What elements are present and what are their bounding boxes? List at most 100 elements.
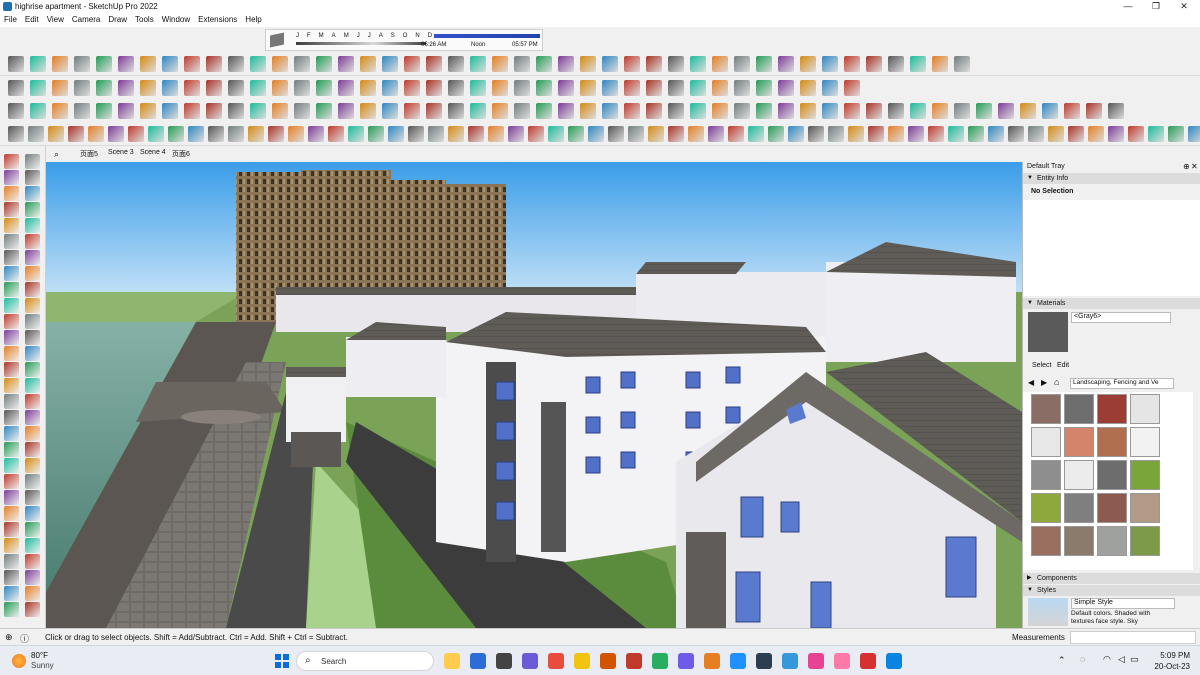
toolbar-tool-icon[interactable] <box>288 126 304 142</box>
search-icon[interactable]: ⌕ <box>54 149 59 160</box>
menu-window[interactable]: Window <box>162 13 190 27</box>
toolbar-tool-icon[interactable] <box>148 126 164 142</box>
material-thumbnail[interactable] <box>1031 526 1061 556</box>
toolbar-tool-icon[interactable] <box>800 80 816 96</box>
toolbar-tool-icon[interactable] <box>308 126 324 142</box>
battery-icon[interactable]: ▭ <box>1130 654 1139 665</box>
material-name-field[interactable]: <Gray6> <box>1071 312 1171 323</box>
left-tool-icon[interactable] <box>25 602 40 617</box>
left-tool-icon[interactable] <box>4 394 19 409</box>
left-tool-icon[interactable] <box>4 330 19 345</box>
toolbar-tool-icon[interactable] <box>8 126 24 142</box>
material-thumbnail[interactable] <box>1097 493 1127 523</box>
toolbar-tool-icon[interactable] <box>30 56 46 72</box>
left-tool-icon[interactable] <box>4 266 19 281</box>
toolbar-tool-icon[interactable] <box>588 126 604 142</box>
menu-help[interactable]: Help <box>245 13 261 27</box>
close-button[interactable]: ✕ <box>1170 0 1198 13</box>
left-tool-icon[interactable] <box>4 314 19 329</box>
app-icon-opera[interactable] <box>626 653 642 669</box>
app-icon-pinterest[interactable] <box>834 653 850 669</box>
toolbar-tool-icon[interactable] <box>294 56 310 72</box>
wifi-icon[interactable]: ◠ <box>1103 654 1111 665</box>
menu-edit[interactable]: Edit <box>25 13 39 27</box>
app-icon-photoshop[interactable] <box>756 653 772 669</box>
toolbar-tool-icon[interactable] <box>140 80 156 96</box>
menu-tools[interactable]: Tools <box>135 13 154 27</box>
left-tool-icon[interactable] <box>4 490 19 505</box>
toolbar-tool-icon[interactable] <box>580 80 596 96</box>
left-tool-icon[interactable] <box>25 538 40 553</box>
scene-tab[interactable]: 页面6 <box>172 149 190 159</box>
toolbar-tool-icon[interactable] <box>514 80 530 96</box>
app-icon-teams[interactable] <box>522 653 538 669</box>
toolbar-tool-icon[interactable] <box>228 126 244 142</box>
toolbar-tool-icon[interactable] <box>1048 126 1064 142</box>
toolbar-tool-icon[interactable] <box>118 103 134 119</box>
tray-close-icon[interactable]: ✕ <box>1191 162 1198 171</box>
toolbar-tool-icon[interactable] <box>1064 103 1080 119</box>
toolbar-tool-icon[interactable] <box>8 103 24 119</box>
toolbar-tool-icon[interactable] <box>30 103 46 119</box>
left-tool-icon[interactable] <box>4 154 19 169</box>
toolbar-tool-icon[interactable] <box>28 126 44 142</box>
toolbar-tool-icon[interactable] <box>690 56 706 72</box>
menu-file[interactable]: File <box>4 13 17 27</box>
toolbar-tool-icon[interactable] <box>48 126 64 142</box>
toolbar-tool-icon[interactable] <box>548 126 564 142</box>
toolbar-tool-icon[interactable] <box>734 56 750 72</box>
toolbar-tool-icon[interactable] <box>1188 126 1200 142</box>
left-tool-icon[interactable] <box>4 346 19 361</box>
toolbar-tool-icon[interactable] <box>162 103 178 119</box>
app-icon-office[interactable] <box>548 653 564 669</box>
toolbar-tool-icon[interactable] <box>932 103 948 119</box>
toolbar-tool-icon[interactable] <box>828 126 844 142</box>
left-tool-icon[interactable] <box>25 314 40 329</box>
time-slider[interactable] <box>434 34 540 38</box>
toolbar-tool-icon[interactable] <box>492 80 508 96</box>
components-header[interactable]: ▶ Components <box>1023 573 1200 584</box>
material-thumbnail[interactable] <box>1031 460 1061 490</box>
toolbar-tool-icon[interactable] <box>648 126 664 142</box>
app-icon-telegram[interactable] <box>652 653 668 669</box>
toolbar-tool-icon[interactable] <box>74 80 90 96</box>
left-tool-icon[interactable] <box>25 474 40 489</box>
left-tool-icon[interactable] <box>25 506 40 521</box>
toolbar-tool-icon[interactable] <box>998 103 1014 119</box>
toolbar-tool-icon[interactable] <box>668 80 684 96</box>
material-thumbnail[interactable] <box>1097 427 1127 457</box>
material-thumbnail[interactable] <box>1064 427 1094 457</box>
toolbar-tool-icon[interactable] <box>272 80 288 96</box>
toolbar-tool-icon[interactable] <box>558 56 574 72</box>
toolbar-tool-icon[interactable] <box>528 126 544 142</box>
toolbar-tool-icon[interactable] <box>382 103 398 119</box>
toolbar-tool-icon[interactable] <box>1168 126 1184 142</box>
taskbar-search[interactable]: ⌕ Search <box>296 651 434 671</box>
left-tool-icon[interactable] <box>25 490 40 505</box>
toolbar-tool-icon[interactable] <box>294 80 310 96</box>
left-tool-icon[interactable] <box>25 186 40 201</box>
toolbar-tool-icon[interactable] <box>646 80 662 96</box>
toolbar-tool-icon[interactable] <box>1108 103 1124 119</box>
menu-view[interactable]: View <box>47 13 64 27</box>
toolbar-tool-icon[interactable] <box>250 103 266 119</box>
toolbar-tool-icon[interactable] <box>96 103 112 119</box>
material-swatch[interactable] <box>1028 312 1068 352</box>
left-tool-icon[interactable] <box>4 410 19 425</box>
toolbar-tool-icon[interactable] <box>184 103 200 119</box>
toolbar-tool-icon[interactable] <box>338 103 354 119</box>
start-button[interactable] <box>275 654 289 668</box>
app-icon-chrome-dev[interactable] <box>730 653 746 669</box>
maximize-button[interactable]: ❐ <box>1142 0 1170 13</box>
toolbar-tool-icon[interactable] <box>628 126 644 142</box>
toolbar-tool-icon[interactable] <box>140 103 156 119</box>
left-tool-icon[interactable] <box>25 154 40 169</box>
left-tool-icon[interactable] <box>4 602 19 617</box>
left-tool-icon[interactable] <box>4 506 19 521</box>
scene-tab[interactable]: Scene 4 <box>140 149 166 156</box>
toolbar-tool-icon[interactable] <box>928 126 944 142</box>
toolbar-tool-icon[interactable] <box>8 80 24 96</box>
toolbar-tool-icon[interactable] <box>96 80 112 96</box>
toolbar-tool-icon[interactable] <box>822 103 838 119</box>
toolbar-tool-icon[interactable] <box>748 126 764 142</box>
